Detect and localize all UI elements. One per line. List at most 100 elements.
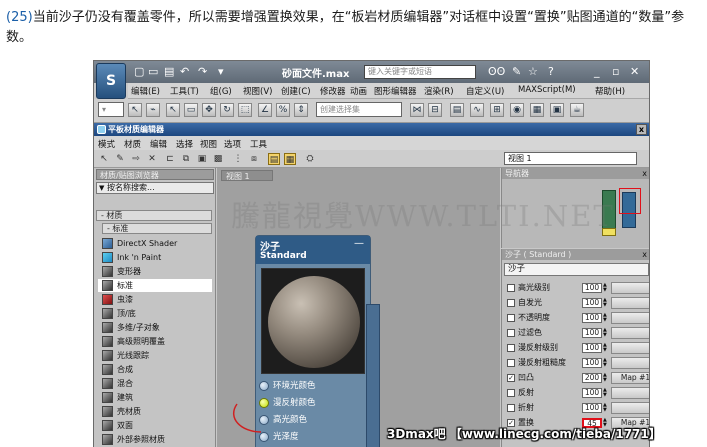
menu-tools-sme[interactable]: 工具 bbox=[250, 138, 267, 150]
open-file-icon[interactable]: ▭ bbox=[148, 65, 158, 79]
map-button[interactable]: None bbox=[611, 387, 649, 399]
assign-material-icon[interactable]: ⇨ bbox=[130, 153, 142, 165]
delete-icon[interactable]: ✕ bbox=[146, 153, 158, 165]
map-enable-checkbox[interactable] bbox=[507, 329, 515, 337]
map-button[interactable]: None bbox=[611, 357, 649, 369]
material-list-item[interactable]: 壳材质 bbox=[98, 405, 212, 418]
map-amount-input[interactable]: 100 bbox=[582, 313, 602, 323]
scale-icon[interactable]: ⬚ bbox=[238, 103, 252, 117]
menu-render[interactable]: 渲染(R) bbox=[424, 85, 454, 97]
hide-unused-icon[interactable]: ⧉ bbox=[180, 153, 192, 165]
amount-spinner-icon[interactable]: ▲ ▼ bbox=[603, 388, 608, 398]
rotate-icon[interactable]: ↻ bbox=[220, 103, 234, 117]
named-selection-set[interactable]: 创建选择集 bbox=[316, 102, 402, 117]
show-map-icon[interactable]: ▣ bbox=[196, 153, 208, 165]
map-amount-input[interactable]: 100 bbox=[582, 388, 602, 398]
group-materials[interactable]: - 材质 bbox=[96, 210, 212, 221]
angle-snap-icon[interactable]: ∠ bbox=[258, 103, 272, 117]
percent-snap-icon[interactable]: % bbox=[276, 103, 290, 117]
map-button[interactable]: None bbox=[611, 282, 649, 294]
map-enable-checkbox[interactable] bbox=[507, 389, 515, 397]
eyedropper-icon[interactable]: ✎ bbox=[114, 153, 126, 165]
app-logo[interactable]: S bbox=[96, 63, 126, 99]
menu-options[interactable]: 选项 bbox=[224, 138, 241, 150]
align-icon[interactable]: ⊟ bbox=[428, 103, 442, 117]
move-icon[interactable]: ✥ bbox=[202, 103, 216, 117]
minimize-icon[interactable]: _ bbox=[594, 65, 600, 79]
map-amount-input[interactable]: 100 bbox=[582, 358, 602, 368]
restore-icon[interactable]: ▫ bbox=[612, 65, 619, 79]
help-search-input[interactable]: 键入关键字或短语 bbox=[364, 65, 476, 79]
menu-edit-sme[interactable]: 编辑 bbox=[150, 138, 167, 150]
map-enable-checkbox[interactable] bbox=[507, 299, 515, 307]
schematic-icon[interactable]: ⊞ bbox=[490, 103, 504, 117]
menu-create[interactable]: 创建(C) bbox=[281, 85, 311, 97]
map-button[interactable]: None bbox=[611, 342, 649, 354]
render-setup-icon[interactable]: ▦ bbox=[530, 103, 544, 117]
select-region-icon[interactable]: ▭ bbox=[184, 103, 198, 117]
curve-editor-icon[interactable]: ∿ bbox=[470, 103, 484, 117]
material-list-item[interactable]: 高级照明覆盖 bbox=[98, 335, 212, 348]
layer-icon[interactable]: ▤ bbox=[450, 103, 464, 117]
map-button[interactable]: Map #17 (沙子凹凸.jpg) bbox=[611, 372, 649, 384]
unlink-icon[interactable]: ⌁ bbox=[146, 103, 160, 117]
amount-spinner-icon[interactable]: ▲ ▼ bbox=[603, 298, 608, 308]
menu-modifiers[interactable]: 修改器 bbox=[320, 85, 346, 97]
amount-spinner-icon[interactable]: ▲ ▼ bbox=[603, 343, 608, 353]
parameter-close-icon[interactable]: x bbox=[642, 249, 647, 260]
redo-icon[interactable]: ↷ bbox=[198, 65, 207, 79]
menu-group[interactable]: 组(G) bbox=[210, 85, 232, 97]
close-icon[interactable]: ✕ bbox=[630, 65, 639, 79]
navigator-close-icon[interactable]: x bbox=[642, 168, 647, 179]
menu-edit[interactable]: 编辑(E) bbox=[131, 85, 160, 97]
material-list-item[interactable]: 建筑 bbox=[98, 391, 212, 404]
map-enable-checkbox[interactable]: ✓ bbox=[507, 374, 515, 382]
move-children-icon[interactable]: ⊏ bbox=[164, 153, 176, 165]
amount-spinner-icon[interactable]: ▲ ▼ bbox=[603, 328, 608, 338]
search-by-name-input[interactable]: ▼ 按名称搜索... bbox=[96, 182, 214, 194]
material-list-item[interactable]: 标准 bbox=[98, 279, 212, 292]
map-enable-checkbox[interactable] bbox=[507, 314, 515, 322]
map-amount-input[interactable]: 200 bbox=[582, 373, 602, 383]
map-amount-input[interactable]: 100 bbox=[582, 343, 602, 353]
material-list-item[interactable]: 光线跟踪 bbox=[98, 349, 212, 362]
select-link-icon[interactable]: ↖ bbox=[128, 103, 142, 117]
map-amount-input[interactable]: 100 bbox=[582, 328, 602, 338]
project-icon[interactable]: ▾ bbox=[218, 65, 224, 79]
help-icon[interactable]: ? bbox=[548, 65, 554, 79]
material-list-item[interactable]: DirectX Shader bbox=[98, 237, 212, 250]
new-file-icon[interactable]: ▢ bbox=[134, 65, 144, 79]
map-button[interactable]: None bbox=[611, 297, 649, 309]
active-view-select[interactable]: 视图 1 bbox=[504, 152, 637, 165]
menu-customize[interactable]: 自定义(U) bbox=[466, 85, 504, 97]
selection-filter-select[interactable]: ▾ bbox=[98, 102, 124, 117]
render-frame-icon[interactable]: ▣ bbox=[550, 103, 564, 117]
menu-view-sme[interactable]: 视图 bbox=[200, 138, 217, 150]
material-list-item[interactable]: 顶/底 bbox=[98, 307, 212, 320]
menu-maxscript[interactable]: MAXScript(M) bbox=[518, 85, 576, 95]
amount-spinner-icon[interactable]: ▲ ▼ bbox=[603, 283, 608, 293]
render-icon[interactable]: ☕ bbox=[570, 103, 584, 117]
star-icon[interactable]: ☆ bbox=[528, 65, 538, 79]
material-list-item[interactable]: 双面 bbox=[98, 419, 212, 432]
map-enable-checkbox[interactable] bbox=[507, 344, 515, 352]
map-enable-checkbox[interactable] bbox=[507, 359, 515, 367]
menu-tools[interactable]: 工具(T) bbox=[170, 85, 199, 97]
select-by-material-icon[interactable]: ⛭ bbox=[304, 153, 316, 165]
slate-editor-close-button[interactable]: x bbox=[636, 124, 647, 135]
select-object-icon[interactable]: ↖ bbox=[166, 103, 180, 117]
map-enable-checkbox[interactable] bbox=[507, 284, 515, 292]
layout-icon[interactable]: ⋮ bbox=[232, 153, 244, 165]
parameter-editor-toggle-icon[interactable]: ▦ bbox=[284, 153, 296, 165]
background-icon[interactable]: ▩ bbox=[212, 153, 224, 165]
material-list-item[interactable]: 混合 bbox=[98, 377, 212, 390]
material-list-item[interactable]: 外部参照材质 bbox=[98, 433, 212, 446]
menu-view[interactable]: 视图(V) bbox=[243, 85, 272, 97]
undo-icon[interactable]: ↶ bbox=[180, 65, 189, 79]
material-editor-icon[interactable]: ◉ bbox=[510, 103, 524, 117]
menu-animation[interactable]: 动画 bbox=[350, 85, 367, 97]
binoculars-icon[interactable]: ʘʘ bbox=[488, 65, 505, 79]
map-button[interactable]: None bbox=[611, 327, 649, 339]
layout-children-icon[interactable]: ⧈ bbox=[248, 153, 260, 165]
material-list-item[interactable]: 变形器 bbox=[98, 265, 212, 278]
